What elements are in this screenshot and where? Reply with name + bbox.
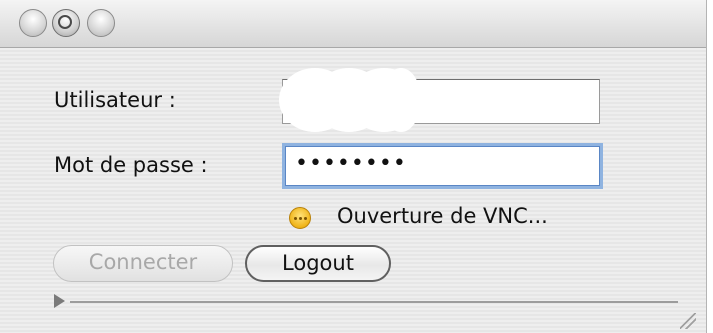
username-label: Utilisateur : [54, 88, 176, 112]
zoom-window-button[interactable] [87, 9, 115, 37]
logout-button[interactable]: Logout [245, 245, 391, 282]
pending-icon [289, 207, 311, 229]
connect-button[interactable]: Connecter [53, 245, 233, 282]
redaction-blob [381, 68, 421, 132]
minimize-window-button[interactable] [52, 9, 80, 37]
disclosure-triangle-icon[interactable] [54, 294, 65, 308]
username-field[interactable] [279, 68, 600, 132]
progress-bar [70, 301, 678, 303]
password-value: •••••••• [295, 151, 407, 176]
login-window: Utilisateur : Mot de passe : •••••••• Ou… [0, 0, 707, 333]
close-window-button[interactable] [19, 9, 47, 37]
title-bar [0, 0, 706, 48]
password-field[interactable]: •••••••• [282, 143, 603, 189]
password-label: Mot de passe : [54, 153, 208, 177]
resize-grip-icon[interactable] [680, 313, 696, 329]
status-text: Ouverture de VNC... [337, 204, 548, 228]
